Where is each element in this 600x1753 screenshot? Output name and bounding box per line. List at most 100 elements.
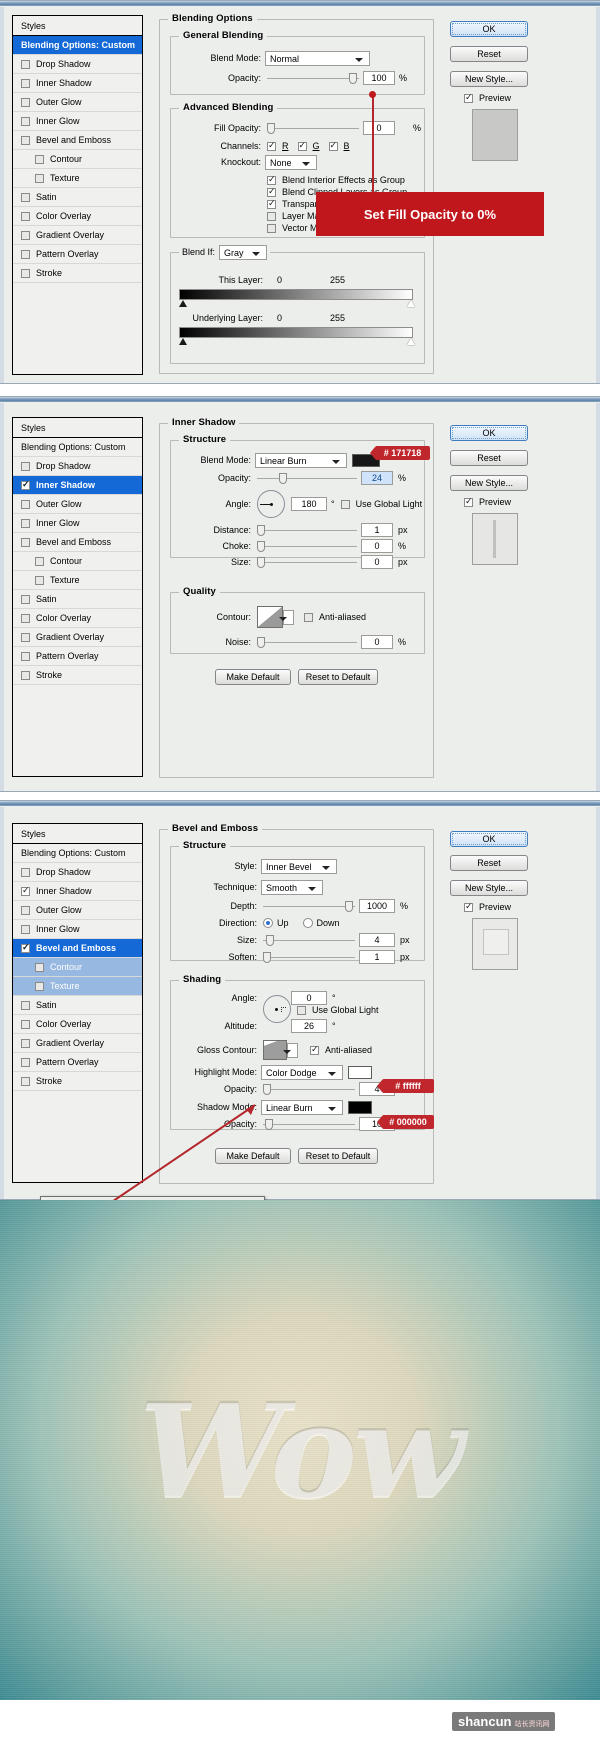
sidebar-item-bevel-and-emboss[interactable]: Bevel and Emboss — [13, 131, 142, 150]
styles-list-1[interactable]: Styles Blending Options: Custom Drop Sha… — [12, 15, 143, 375]
preview-row[interactable]: Preview — [464, 93, 511, 103]
sidebar-item-satin[interactable]: Satin — [13, 590, 142, 609]
checkbox-icon[interactable] — [21, 481, 30, 490]
sidebar-item-outer-glow[interactable]: Outer Glow — [13, 495, 142, 514]
checkbox-icon[interactable] — [21, 906, 30, 915]
blend-mode-select[interactable]: Linear Burn — [255, 453, 347, 468]
layer-mask-checkbox[interactable] — [267, 212, 276, 221]
size-slider[interactable] — [263, 934, 355, 946]
reset-button[interactable]: Reset — [450, 450, 528, 466]
channel-b-checkbox[interactable] — [329, 142, 338, 151]
checkbox-icon[interactable] — [21, 633, 30, 642]
sidebar-item-blending-options[interactable]: Blending Options: Custom — [13, 36, 142, 55]
blend-mode-select[interactable]: Normal — [265, 51, 370, 66]
blend-clipped-checkbox[interactable] — [267, 188, 276, 197]
preview-row[interactable]: Preview — [464, 497, 511, 507]
sidebar-item-stroke[interactable]: Stroke — [13, 666, 142, 685]
sidebar-item-blending-options[interactable]: Blending Options: Custom — [13, 438, 142, 457]
sidebar-item-bevel-and-emboss[interactable]: Bevel and Emboss — [13, 939, 142, 958]
sidebar-item-gradient-overlay[interactable]: Gradient Overlay — [13, 226, 142, 245]
use-global-light-checkbox[interactable] — [341, 500, 350, 509]
size-input[interactable]: 0 — [361, 555, 393, 569]
checkbox-icon[interactable] — [21, 1001, 30, 1010]
size-slider[interactable] — [257, 556, 357, 568]
checkbox-icon[interactable] — [21, 1039, 30, 1048]
ok-button[interactable]: OK — [450, 831, 528, 847]
checkbox-icon[interactable] — [35, 963, 44, 972]
new-style-button[interactable]: New Style... — [450, 880, 528, 896]
sidebar-item-drop-shadow[interactable]: Drop Shadow — [13, 863, 142, 882]
anti-aliased-checkbox[interactable] — [310, 1046, 319, 1055]
vector-mask-checkbox[interactable] — [267, 224, 276, 233]
sidebar-item-pattern-overlay[interactable]: Pattern Overlay — [13, 245, 142, 264]
anti-aliased-checkbox[interactable] — [304, 613, 313, 622]
preview-checkbox[interactable] — [464, 94, 473, 103]
reset-button[interactable]: Reset — [450, 46, 528, 62]
direction-down-radio[interactable] — [303, 918, 313, 928]
sidebar-item-gradient-overlay[interactable]: Gradient Overlay — [13, 1034, 142, 1053]
opacity-input[interactable]: 100 — [363, 71, 395, 85]
styles-list-2[interactable]: Styles Blending Options: Custom Drop Sha… — [12, 417, 143, 777]
sidebar-item-pattern-overlay[interactable]: Pattern Overlay — [13, 647, 142, 666]
checkbox-icon[interactable] — [21, 500, 30, 509]
distance-slider[interactable] — [257, 524, 357, 536]
checkbox-icon[interactable] — [21, 519, 30, 528]
depth-input[interactable]: 1000 — [359, 899, 395, 913]
sidebar-item-drop-shadow[interactable]: Drop Shadow — [13, 55, 142, 74]
sidebar-item-blending-options[interactable]: Blending Options: Custom — [13, 844, 142, 863]
opacity-input[interactable]: 24 — [361, 471, 393, 485]
checkbox-icon[interactable] — [21, 98, 30, 107]
new-style-button[interactable]: New Style... — [450, 71, 528, 87]
reset-to-default-button[interactable]: Reset to Default — [298, 669, 378, 685]
highlight-opacity-slider[interactable] — [263, 1083, 355, 1095]
sidebar-item-inner-glow[interactable]: Inner Glow — [13, 112, 142, 131]
technique-select[interactable]: Smooth — [261, 880, 323, 895]
choke-input[interactable]: 0 — [361, 539, 393, 553]
sidebar-item-contour[interactable]: Contour — [13, 958, 142, 977]
underlying-layer-gradient[interactable] — [179, 327, 413, 338]
this-layer-stop-right[interactable] — [407, 300, 415, 307]
underlying-layer-stop-right[interactable] — [407, 338, 415, 345]
style-select[interactable]: Inner Bevel — [261, 859, 337, 874]
sidebar-item-inner-glow[interactable]: Inner Glow — [13, 514, 142, 533]
shadow-mode-select[interactable]: Linear Burn — [261, 1100, 343, 1115]
preview-row[interactable]: Preview — [464, 902, 511, 912]
checkbox-icon[interactable] — [21, 652, 30, 661]
checkbox-icon[interactable] — [21, 269, 30, 278]
noise-input[interactable]: 0 — [361, 635, 393, 649]
sidebar-item-gradient-overlay[interactable]: Gradient Overlay — [13, 628, 142, 647]
altitude-input[interactable]: 26 — [291, 1019, 327, 1033]
checkbox-icon[interactable] — [21, 1077, 30, 1086]
sidebar-item-texture[interactable]: Texture — [13, 169, 142, 188]
sidebar-item-satin[interactable]: Satin — [13, 996, 142, 1015]
checkbox-icon[interactable] — [35, 557, 44, 566]
shadow-opacity-slider[interactable] — [263, 1118, 355, 1130]
checkbox-icon[interactable] — [21, 462, 30, 471]
sidebar-item-color-overlay[interactable]: Color Overlay — [13, 1015, 142, 1034]
sidebar-item-satin[interactable]: Satin — [13, 188, 142, 207]
sidebar-item-inner-shadow[interactable]: Inner Shadow — [13, 476, 142, 495]
preview-checkbox[interactable] — [464, 498, 473, 507]
opacity-slider[interactable] — [257, 472, 357, 484]
checkbox-icon[interactable] — [21, 1020, 30, 1029]
ok-button[interactable]: OK — [450, 425, 528, 441]
sidebar-item-pattern-overlay[interactable]: Pattern Overlay — [13, 1053, 142, 1072]
channel-r-checkbox[interactable] — [267, 142, 276, 151]
checkbox-icon[interactable] — [21, 212, 30, 221]
checkbox-icon[interactable] — [35, 174, 44, 183]
checkbox-icon[interactable] — [21, 79, 30, 88]
sidebar-item-texture[interactable]: Texture — [13, 571, 142, 590]
checkbox-icon[interactable] — [35, 155, 44, 164]
preview-checkbox[interactable] — [464, 903, 473, 912]
checkbox-icon[interactable] — [21, 193, 30, 202]
underlying-layer-stop-left[interactable] — [179, 338, 187, 345]
opacity-slider[interactable] — [267, 72, 359, 84]
styles-list-3[interactable]: Styles Blending Options: Custom Drop Sha… — [12, 823, 143, 1183]
sidebar-item-inner-shadow[interactable]: Inner Shadow — [13, 74, 142, 93]
checkbox-icon[interactable] — [21, 231, 30, 240]
sidebar-item-bevel-and-emboss[interactable]: Bevel and Emboss — [13, 533, 142, 552]
highlight-color-swatch[interactable] — [348, 1066, 372, 1079]
checkbox-icon[interactable] — [21, 868, 30, 877]
checkbox-icon[interactable] — [21, 538, 30, 547]
this-layer-stop-left[interactable] — [179, 300, 187, 307]
